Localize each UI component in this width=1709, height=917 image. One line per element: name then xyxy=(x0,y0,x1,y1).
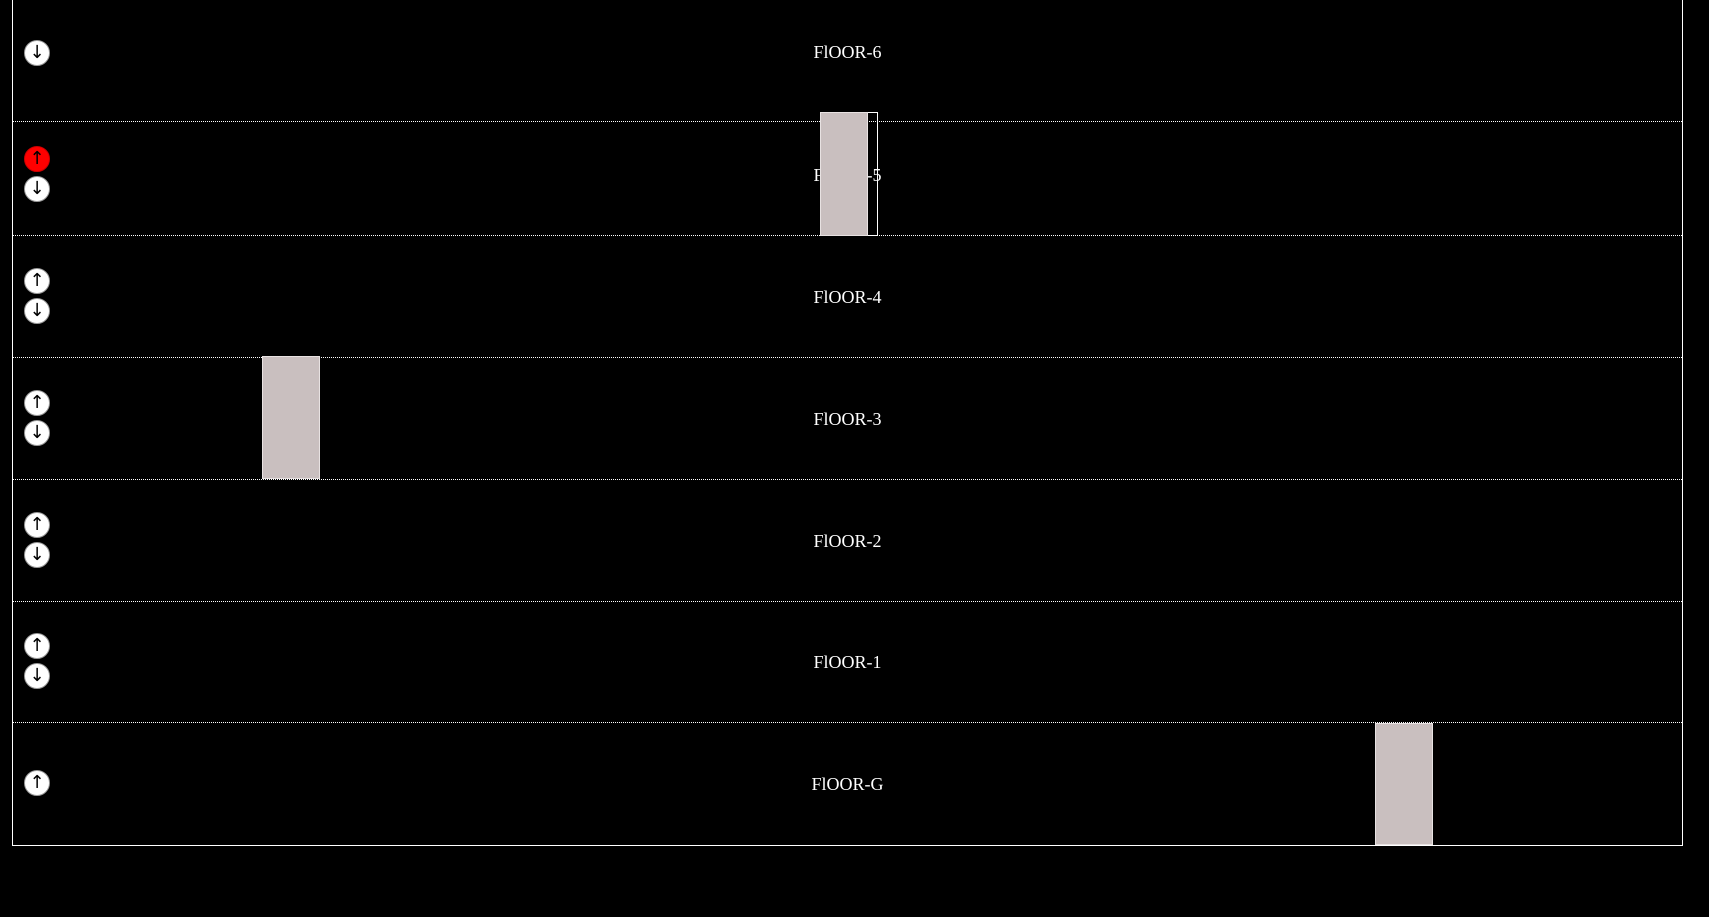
floor-6: ↓ FlOOR-6 xyxy=(13,0,1682,122)
floor-6-label: FlOOR-6 xyxy=(813,42,882,62)
building: ↓ FlOOR-6 ↑ ↓ FlOOR-5 ↑ ↓ FlOOR-4 ↑ ↓ Fl… xyxy=(12,0,1683,846)
floor-1-label: FlOOR-1 xyxy=(813,651,882,672)
floor-4: ↑ ↓ FlOOR-4 xyxy=(13,236,1682,358)
floor-4-label: FlOOR-4 xyxy=(813,286,882,307)
lift-1 xyxy=(262,356,320,479)
lift-3 xyxy=(1375,723,1433,845)
floor-2-label: FlOOR-2 xyxy=(813,530,882,551)
lift-2 xyxy=(820,112,868,236)
floor-1: ↑ ↓ FlOOR-1 xyxy=(13,601,1682,723)
floor-2: ↑ ↓ FlOOR-2 xyxy=(13,480,1682,602)
